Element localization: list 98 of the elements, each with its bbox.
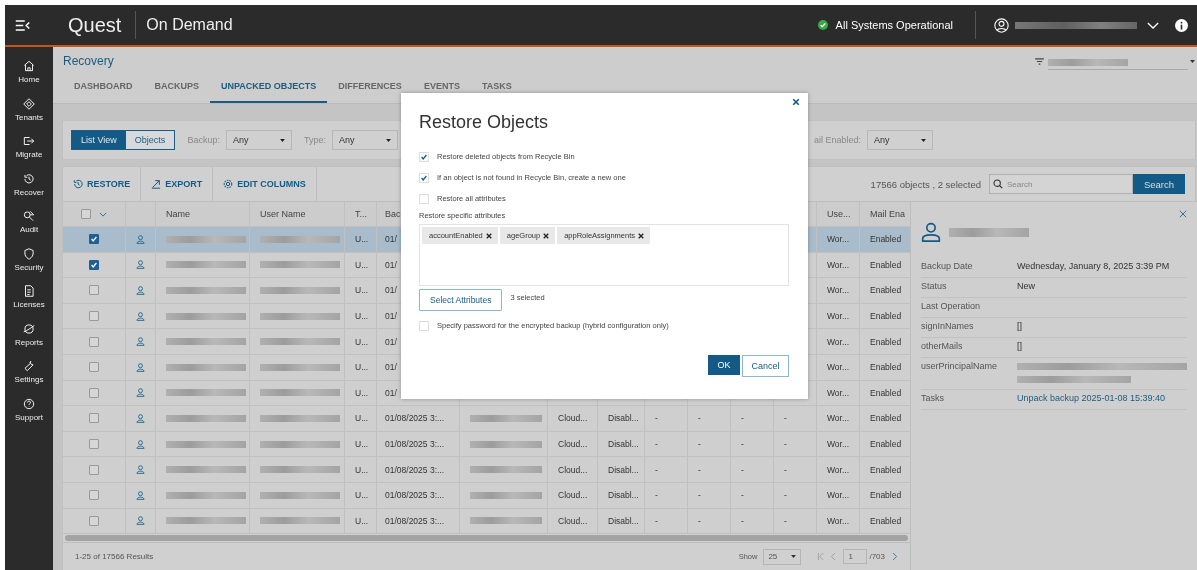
table-cell: U... xyxy=(355,439,369,450)
table-cell: 01/ xyxy=(385,259,397,270)
table-cell: U... xyxy=(355,464,369,475)
table-cell: U... xyxy=(355,387,369,398)
table-cell: U... xyxy=(355,311,369,322)
table-cell: Wor... xyxy=(827,234,850,245)
table-cell: - xyxy=(741,490,744,501)
field-label: Last Operation xyxy=(921,301,982,311)
table-cell: - xyxy=(655,439,658,450)
table-cell: Disabl... xyxy=(608,439,639,450)
table-cell: 01/ xyxy=(385,336,397,347)
table-cell: - xyxy=(698,515,701,526)
field-value: [] xyxy=(1017,341,1022,351)
filter-label: Type: xyxy=(303,135,326,145)
table-cell: Enabled xyxy=(870,259,902,270)
table-cell: Wor... xyxy=(827,515,850,526)
table-cell: U... xyxy=(355,234,369,245)
filter-label: ail Enabled: xyxy=(813,135,861,145)
field-value: New xyxy=(1017,281,1035,291)
table-cell: - xyxy=(655,515,658,526)
table-cell: Cloud... xyxy=(558,490,588,501)
table-cell: 01/08/2025 3:... xyxy=(385,439,445,450)
field-label: userPrincipalName xyxy=(921,361,999,371)
table-cell: Disabl... xyxy=(608,413,639,424)
table-cell: Disabl... xyxy=(608,490,639,501)
table-cell: Enabled xyxy=(870,515,902,526)
table-cell: U... xyxy=(355,490,369,501)
table-cell: Wor... xyxy=(827,439,850,450)
table-cell: - xyxy=(741,515,744,526)
table-cell: U... xyxy=(355,285,369,296)
table-cell: - xyxy=(741,439,744,450)
table-cell: Wor... xyxy=(827,413,850,424)
table-cell: 01/ xyxy=(385,311,397,322)
table-cell: Wor... xyxy=(827,259,850,270)
table-cell: Wor... xyxy=(827,464,850,475)
product-name: On Demand xyxy=(146,16,233,34)
table-cell: Wor... xyxy=(827,311,850,322)
table-cell: Cloud... xyxy=(558,413,588,424)
table-cell: Cloud... xyxy=(558,464,588,475)
field-label: Tasks xyxy=(921,393,945,403)
table-cell: U... xyxy=(355,362,369,373)
field-label: otherMails xyxy=(921,341,964,351)
field-label: Backup Date xyxy=(921,261,974,271)
dialog-title: Restore Objects xyxy=(419,112,550,133)
table-cell: Disabl... xyxy=(608,464,639,475)
page-total: /703 xyxy=(869,552,885,562)
object-count: 17566 objects , 2 selected xyxy=(870,178,981,190)
table-cell: Wor... xyxy=(827,285,850,296)
table-cell: 01/ xyxy=(385,285,397,296)
table-cell: Enabled xyxy=(870,490,902,501)
field-label: Status xyxy=(921,281,948,291)
table-cell: Cloud... xyxy=(558,439,588,450)
table-cell: Wor... xyxy=(827,387,850,398)
table-cell: 01/08/2025 3:... xyxy=(385,413,445,424)
table-cell: Enabled xyxy=(870,439,902,450)
table-cell: Enabled xyxy=(870,362,902,373)
table-cell: U... xyxy=(355,413,369,424)
table-cell: - xyxy=(784,439,787,450)
table-cell: U... xyxy=(355,336,369,347)
table-cell: Enabled xyxy=(870,464,902,475)
field-value: Wednesday, January 8, 2025 3:39 PM xyxy=(1017,261,1170,271)
table-cell: - xyxy=(698,439,701,450)
table-cell: 01/ xyxy=(385,387,397,398)
table-cell: U... xyxy=(355,515,369,526)
page-title: Recovery xyxy=(63,54,114,68)
table-cell: Enabled xyxy=(870,285,902,296)
table-cell: - xyxy=(655,490,658,501)
table-cell: 01/08/2025 3:... xyxy=(385,464,445,475)
table-cell: - xyxy=(784,490,787,501)
table-cell: - xyxy=(784,515,787,526)
result-count: 1-25 of 17566 Results xyxy=(75,552,154,562)
table-cell: Enabled xyxy=(870,234,902,245)
table-cell: - xyxy=(655,464,658,475)
table-cell: Wor... xyxy=(827,362,850,373)
table-cell: Wor... xyxy=(827,336,850,347)
table-cell: 01/08/2025 3:... xyxy=(385,515,445,526)
table-cell: Enabled xyxy=(870,336,902,347)
filter-label: Backup: xyxy=(187,135,220,145)
table-cell: Disabl... xyxy=(608,515,639,526)
table-cell: Enabled xyxy=(870,311,902,322)
table-cell: - xyxy=(784,464,787,475)
field-label: signInNames xyxy=(921,321,975,331)
table-cell: Cloud... xyxy=(558,515,588,526)
table-cell: - xyxy=(741,464,744,475)
table-cell: Enabled xyxy=(870,387,902,398)
table-cell: - xyxy=(698,413,701,424)
table-cell: - xyxy=(655,413,658,424)
table-cell: - xyxy=(784,413,787,424)
table-cell: - xyxy=(741,413,744,424)
table-cell: 01/08/2025 3:... xyxy=(385,490,445,501)
table-cell: 01/ xyxy=(385,362,397,373)
table-cell: - xyxy=(698,490,701,501)
field-value: [] xyxy=(1017,321,1022,331)
table-cell: Wor... xyxy=(827,490,850,501)
table-cell: 01/ xyxy=(385,234,397,245)
table-cell: U... xyxy=(355,259,369,270)
table-cell: Enabled xyxy=(870,413,902,424)
table-cell: - xyxy=(698,464,701,475)
